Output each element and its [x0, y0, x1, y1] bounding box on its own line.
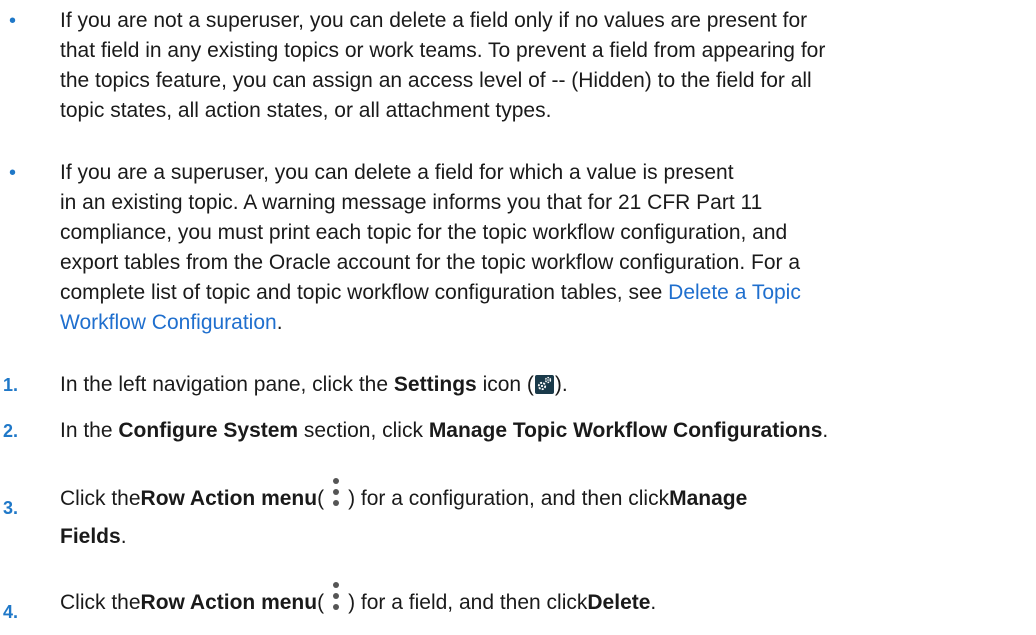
- step-line: Click the Row Action menu ( ) for a confi…: [60, 474, 1026, 522]
- bullet-marker: •: [9, 162, 17, 184]
- row-action-menu-label: Row Action menu: [140, 591, 318, 614]
- bullet-text: If you are not a superuser, you can dele…: [60, 6, 1026, 126]
- step-text-part: Click the: [60, 487, 141, 510]
- step-text-part: .: [650, 591, 657, 614]
- step-text-part: In the left navigation pane, click the: [60, 373, 394, 396]
- bullet-line: export tables from the Oracle account fo…: [60, 251, 801, 274]
- kebab-menu-icon: [328, 474, 344, 514]
- step-text-part: .: [822, 419, 829, 442]
- manage-label: Manage: [669, 487, 748, 510]
- bullet-line: compliance, you must print each topic fo…: [60, 221, 788, 244]
- bullet-line: the topics feature, you can assign an ac…: [60, 69, 812, 92]
- link-suffix: .: [276, 311, 283, 334]
- step-text-part: ) for a field, and then click: [348, 591, 588, 614]
- step-number: 2.: [3, 421, 19, 441]
- bullet-line: complete list of topic and topic workflo…: [60, 278, 1026, 308]
- step-text-part: .: [120, 525, 127, 548]
- settings-gear-icon: [534, 375, 554, 394]
- delete-label: Delete: [587, 591, 651, 614]
- step-text-part: (: [317, 487, 325, 510]
- bullet-line: in an existing topic. A warning message …: [60, 191, 763, 214]
- step-text-part: ) for a configuration, and then click: [348, 487, 670, 510]
- step-text-part: Click the: [60, 591, 141, 614]
- bullet-line-prefix: complete list of topic and topic workflo…: [60, 281, 669, 304]
- step-text: In the Configure System section, click M…: [60, 416, 1026, 446]
- bullet-text: If you are a superuser, you can delete a…: [60, 158, 1026, 338]
- step-line: Click the Row Action menu ( ) for a field…: [60, 578, 1026, 626]
- bullet-marker: •: [9, 10, 17, 32]
- bullet-line: If you are not a superuser, you can dele…: [60, 9, 808, 32]
- fields-label: Fields: [60, 525, 121, 548]
- delete-topic-workflow-link-part1[interactable]: Delete a Topic: [668, 281, 801, 304]
- step-text-part: section, click: [298, 419, 429, 442]
- bullet-line: that field in any existing topics or wor…: [60, 39, 826, 62]
- settings-label: Settings: [393, 373, 477, 396]
- step-text-part: (: [317, 591, 325, 614]
- bullet-line: Workflow Configuration.: [60, 308, 1026, 338]
- step-text-part: In the: [60, 419, 119, 442]
- step-number: 3.: [3, 498, 19, 518]
- step-line: In the left navigation pane, click the S…: [60, 370, 1026, 400]
- delete-topic-workflow-link-part2[interactable]: Workflow Configuration: [60, 311, 277, 334]
- bullet-line: If you are a superuser, you can delete a…: [60, 161, 734, 184]
- step-text: Click the Row Action menu ( ) for a field…: [60, 578, 1026, 626]
- step-number: 4.: [3, 602, 19, 622]
- step-number: 1.: [3, 375, 19, 395]
- step-text: Click the Row Action menu ( ) for a confi…: [60, 474, 1026, 552]
- step-line: In the Configure System section, click M…: [60, 416, 1026, 446]
- step-text-part: icon (: [476, 373, 534, 396]
- kebab-menu-icon: [328, 578, 344, 618]
- bullet-line: topic states, all action states, or all …: [60, 99, 552, 122]
- manage-topic-workflow-configurations-label: Manage Topic Workflow Configurations: [428, 419, 823, 442]
- row-action-menu-label: Row Action menu: [140, 487, 318, 510]
- step-text-part: ).: [554, 373, 568, 396]
- step-line: Fields.: [60, 522, 1026, 552]
- configure-system-label: Configure System: [118, 419, 299, 442]
- step-text: In the left navigation pane, click the S…: [60, 370, 1026, 400]
